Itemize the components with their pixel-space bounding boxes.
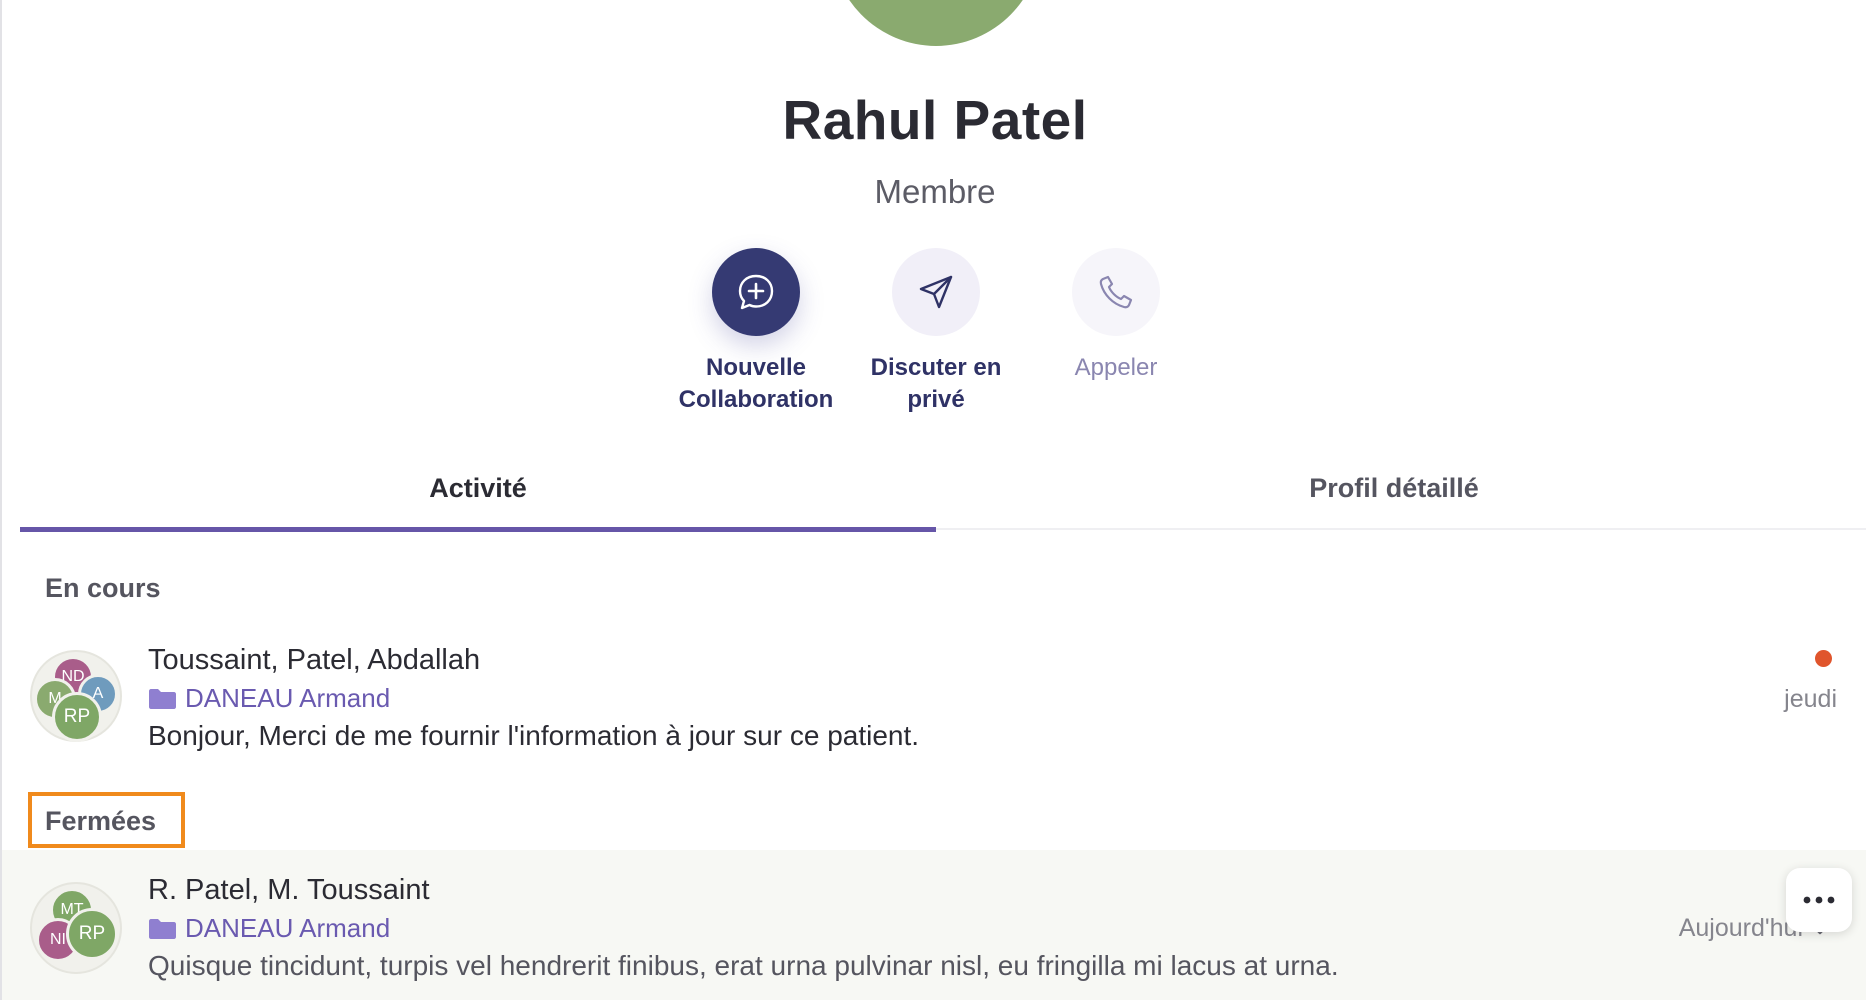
call-circle[interactable] [1072, 248, 1160, 336]
tabs: Activité Profil détaillé [20, 448, 1866, 532]
case-name: DANEAU Armand [185, 683, 391, 713]
avatar: RP [52, 692, 102, 742]
tab-activity[interactable]: Activité [20, 448, 936, 532]
private-chat-circle[interactable] [892, 248, 980, 336]
avatar-initials: NI [50, 931, 66, 948]
new-collaboration-label-line1: Nouvelle [705, 354, 807, 381]
more-options-button[interactable] [1786, 868, 1852, 932]
folder-icon [149, 918, 176, 939]
profile-name: Rahul Patel [782, 89, 1088, 151]
profile-role: Membre [874, 173, 996, 210]
phone-icon [1099, 275, 1133, 309]
profile-avatar [830, 0, 1042, 46]
unread-indicator [1815, 650, 1832, 667]
conversation-preview: Quisque tincidunt, turpis vel hendrerit … [148, 950, 1339, 981]
case-name: DANEAU Armand [185, 913, 391, 943]
new-collaboration-button[interactable]: Nouvelle Collaboration [656, 248, 856, 416]
avatar-initials: RP [78, 923, 106, 944]
send-icon [919, 275, 953, 309]
private-chat-button[interactable]: Discuter en privé [836, 248, 1036, 416]
new-collaboration-label: Nouvelle Collaboration [656, 352, 856, 416]
group-avatar: MT NI RP [30, 882, 122, 974]
new-collaboration-circle[interactable] [712, 248, 800, 336]
avatar: RP [66, 908, 118, 960]
conversation-time: Aujourd'hui [1678, 914, 1803, 942]
more-icon [1803, 896, 1835, 904]
profile-page: Rahul Patel Membre Nouvelle Collaboratio… [0, 0, 1866, 1000]
conversation-title: Toussaint, Patel, Abdallah [148, 644, 481, 676]
private-chat-label: Discuter en privé [836, 352, 1036, 416]
call-button[interactable]: Appeler [1016, 248, 1216, 384]
avatar-initials: RP [63, 706, 91, 727]
conversation-item[interactable]: ND A M RP Toussaint, Patel, Abdallah DAN… [2, 630, 1866, 760]
section-current-title: En cours [45, 573, 161, 603]
group-avatar: ND A M RP [30, 650, 122, 742]
profile-actions: Nouvelle Collaboration Discuter en privé [2, 248, 1866, 418]
tab-detailed-profile[interactable]: Profil détaillé [936, 448, 1852, 530]
case-link[interactable]: DANEAU Armand [148, 913, 390, 944]
private-chat-label-line1: Discuter en [870, 354, 1002, 381]
chat-plus-icon [738, 274, 774, 310]
conversation-title: R. Patel, M. Toussaint [148, 874, 430, 906]
folder-icon [149, 688, 176, 709]
conversation-item[interactable]: MT NI RP R. Patel, M. Toussaint DANEAU A… [2, 850, 1866, 1000]
case-link[interactable]: DANEAU Armand [148, 683, 390, 714]
conversation-preview: Bonjour, Merci de me fournir l'informati… [148, 720, 920, 751]
call-label: Appeler [1074, 354, 1158, 381]
private-chat-label-line2: privé [907, 386, 965, 413]
new-collaboration-label-line2: Collaboration [678, 386, 834, 413]
conversation-time: jeudi [1784, 685, 1837, 713]
section-closed-title: Fermées [45, 806, 157, 836]
